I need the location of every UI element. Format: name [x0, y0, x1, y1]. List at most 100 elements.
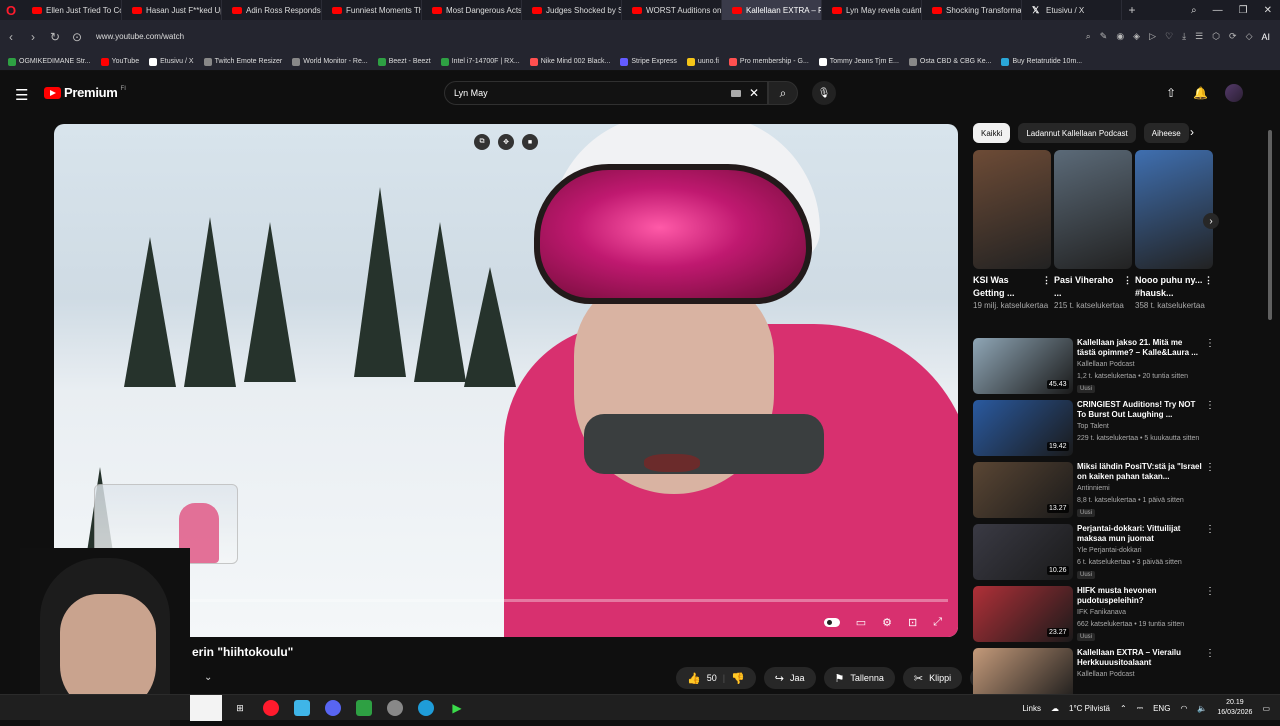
bookmark-item[interactable]: Buy Retatrutide 10m... [1001, 57, 1082, 66]
short-item[interactable]: KSI Was Getting ... ⋮ 19 milj. katselukert… [973, 150, 1051, 312]
minimize-icon[interactable]: — [1213, 5, 1223, 16]
maximize-icon[interactable]: ❐ [1239, 5, 1248, 16]
short-title[interactable]: Pasi Viheraho ... [1054, 274, 1123, 300]
bookmark-item[interactable]: OGMIKEDIMANE Str... [8, 57, 91, 66]
new-tab-button[interactable]: + [1122, 3, 1142, 17]
clock[interactable]: 20.19 16/03/2026 [1217, 698, 1252, 718]
more-vert-icon[interactable]: ⋮ [1204, 274, 1213, 300]
photos-icon[interactable] [294, 700, 310, 716]
page-scrollbar[interactable] [1268, 130, 1272, 320]
extensions-icon[interactable]: ⬡ [1212, 31, 1220, 42]
related-video-item[interactable]: 13.27 Miksi lähdin PosiTV:stä ja "Israel … [973, 462, 1218, 524]
hamburger-menu-icon[interactable]: ☰ [15, 86, 28, 104]
network-icon[interactable]: ⎓ [1137, 703, 1143, 713]
short-thumbnail[interactable] [1135, 150, 1213, 269]
browser-tab[interactable]: Ellen Just Tried To Cor [22, 0, 122, 20]
filter-chip[interactable]: Aiheese [1143, 123, 1189, 143]
browser-tab[interactable]: 𝕏 Etusivu / X [1022, 0, 1122, 20]
related-title[interactable]: Miksi lähdin PosiTV:stä ja "Israel on ka… [1077, 462, 1202, 482]
shield-app-icon[interactable] [387, 700, 403, 716]
more-vert-icon[interactable]: ⋮ [1205, 400, 1215, 411]
bookmark-item[interactable]: Osta CBD & CBG Ke... [908, 57, 991, 66]
miniplayer-icon[interactable]: ⊡ [908, 616, 917, 629]
bookmark-item[interactable]: Tommy Jeans Tjm E... [818, 57, 899, 66]
bookmark-item[interactable]: World Monitor - Re... [292, 57, 368, 66]
youtube-premium-logo[interactable]: Premium FI [44, 85, 126, 100]
related-video-item[interactable]: 23.27 HIFK musta hevonen pudotuspeleihin?… [973, 586, 1218, 648]
opera-logo-icon[interactable]: O [0, 0, 22, 20]
more-vert-icon[interactable]: ⋮ [1205, 586, 1215, 597]
search-tabs-icon[interactable]: ⌕ [1191, 5, 1197, 16]
bookmark-item[interactable]: Etusivu / X [149, 57, 194, 66]
related-title[interactable]: CRINGIEST Auditions! Try NOT To Burst Ou… [1077, 400, 1202, 420]
bookmark-item[interactable]: Pro membership - G... [728, 57, 809, 66]
bookmark-item[interactable]: Twitch Emote Resizer [203, 57, 282, 66]
more-vert-icon[interactable]: ⋮ [1205, 462, 1215, 473]
channel-name[interactable]: IFK Fanikanava [1077, 609, 1126, 616]
menu-icon[interactable]: ☰ [1195, 31, 1203, 42]
short-title[interactable]: Nooo puhu ny... #hausk... [1135, 274, 1204, 300]
related-video-item[interactable]: 45.43 Kallellaan jakso 21. Mitä me tästä … [973, 338, 1218, 400]
short-item[interactable]: Nooo puhu ny... #hausk... ⋮ 358 t. katselu… [1135, 150, 1213, 312]
like-button[interactable]: 👍 50 | 👎 [676, 667, 756, 689]
taskbar-search[interactable] [190, 695, 222, 721]
cube-icon[interactable]: ◇ [1246, 31, 1253, 42]
channel-name[interactable]: Kallellaan Podcast [1077, 361, 1135, 368]
browser-tab[interactable]: Hasan Just F**ked Up [122, 0, 222, 20]
short-title[interactable]: KSI Was Getting ... [973, 274, 1042, 300]
short-thumbnail[interactable] [973, 150, 1051, 269]
browser-tab[interactable]: Judges Shocked by Sc [522, 0, 622, 20]
filter-chip[interactable]: Kaikki [973, 123, 1011, 143]
heart-icon[interactable]: ♡ [1165, 31, 1173, 42]
browser-tab[interactable]: Shocking Transforma [922, 0, 1022, 20]
edge-icon[interactable] [418, 700, 434, 716]
browser-tab[interactable]: Most Dangerous Acts [422, 0, 522, 20]
bookmark-item[interactable]: YouTube [100, 57, 139, 66]
more-vert-icon[interactable]: ⋮ [1042, 274, 1051, 300]
copy-icon[interactable]: ⧉ [474, 134, 490, 150]
close-window-icon[interactable]: ✕ [1264, 5, 1272, 16]
more-vert-icon[interactable]: ⋮ [1205, 338, 1215, 349]
shield-icon[interactable]: ◈ [1133, 31, 1140, 42]
channel-name[interactable]: Kallellaan Podcast [1077, 671, 1135, 678]
filter-chip[interactable]: Ladannut Kallellaan Podcast [1018, 123, 1136, 143]
thumbs-down-icon[interactable]: 👎 [731, 672, 745, 685]
autoplay-toggle[interactable] [823, 618, 840, 627]
browser-tab[interactable]: Lyn May revela cuánt [822, 0, 922, 20]
weather-text[interactable]: 1°C Pilvistä [1069, 704, 1110, 713]
bookmark-item[interactable]: Nike Mind 002 Black... [529, 57, 610, 66]
search-box[interactable]: Lyn May ✕ [444, 81, 768, 105]
volume-icon[interactable]: 🔈 [1197, 704, 1207, 713]
search-button[interactable]: ⌕ [768, 81, 798, 105]
more-vert-icon[interactable]: ⋮ [1205, 648, 1215, 659]
move-icon[interactable]: ✥ [498, 134, 514, 150]
channel-name[interactable]: Antinniemi [1077, 485, 1110, 492]
browser-tab[interactable]: Adin Ross Responds t [222, 0, 322, 20]
wifi-icon[interactable]: ◠ [1180, 704, 1187, 713]
short-item[interactable]: Pasi Viheraho ... ⋮ 215 t. katselukertaa [1054, 150, 1132, 312]
discord-icon[interactable] [325, 700, 341, 716]
download-icon[interactable]: ⤓ [1182, 31, 1186, 42]
channel-name[interactable]: Yle Perjantai-dokkari [1077, 547, 1142, 554]
stream-app-icon[interactable]: ▶ [449, 700, 465, 716]
upload-icon[interactable]: ⇧ [1166, 86, 1176, 100]
task-view-icon[interactable]: ⊞ [232, 700, 248, 716]
progress-bar[interactable] [64, 595, 948, 606]
url-field[interactable]: www.youtube.com/watch [96, 32, 184, 41]
sync-icon[interactable]: ⟳ [1229, 31, 1237, 42]
camera-icon[interactable]: ◉ [1116, 31, 1124, 42]
settings-gear-icon[interactable]: ⚙ [882, 616, 892, 629]
clear-search-icon[interactable]: ✕ [749, 86, 759, 100]
related-video-item[interactable]: 10.26 Perjantai-dokkari: Vittuilijat maks… [973, 524, 1218, 586]
forward-icon[interactable]: › [22, 30, 44, 44]
share-button[interactable]: ↪ Jaa [763, 667, 816, 689]
fullscreen-icon[interactable]: ⤢ [933, 616, 942, 629]
chevron-up-icon[interactable]: ⌃ [1120, 704, 1127, 713]
bookmark-item[interactable]: Beezt - Beezt [377, 57, 431, 66]
bookmark-item[interactable]: Stripe Express [620, 57, 677, 66]
clip-button[interactable]: ✂ Klippi [902, 667, 963, 689]
keyboard-icon[interactable] [731, 90, 741, 97]
voice-search-button[interactable]: 🎙 [812, 81, 836, 105]
bookmark-item[interactable]: uuno.fi [686, 57, 719, 66]
search-input[interactable]: Lyn May [454, 88, 488, 98]
